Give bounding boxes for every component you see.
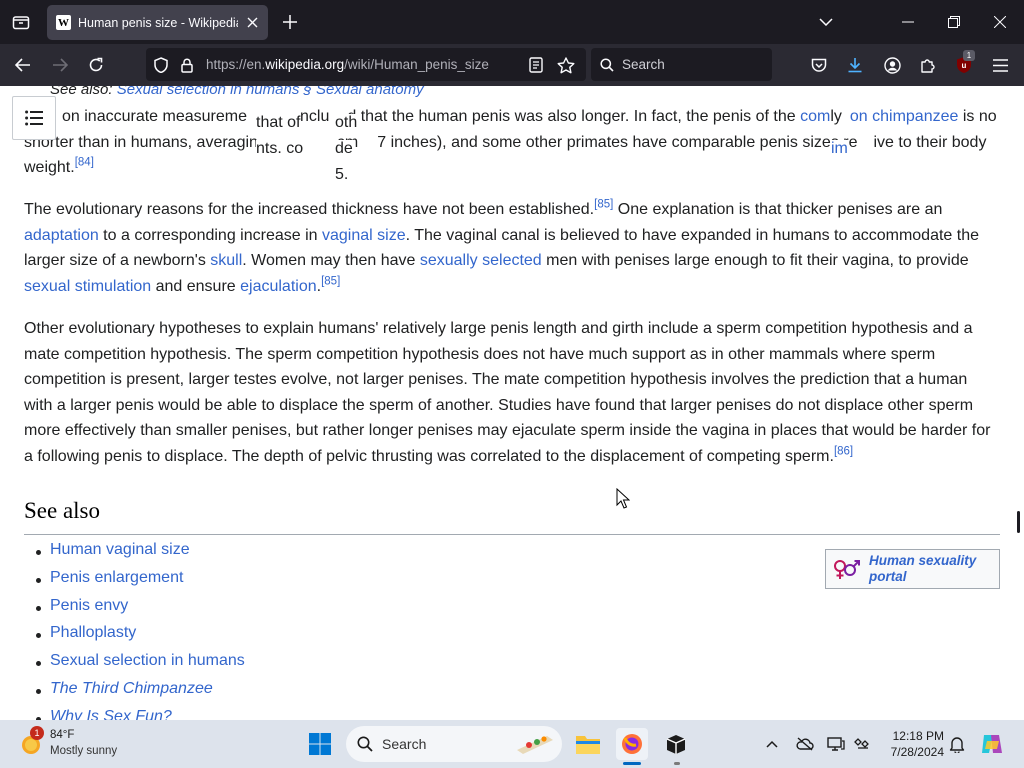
account-icon[interactable]	[882, 55, 902, 75]
close-window-icon[interactable]	[985, 8, 1015, 36]
see-also-link[interactable]: Why Is Sex Fun?	[36, 708, 245, 720]
common-chimpanzee-link-a[interactable]: com	[800, 108, 830, 125]
reader-view-icon[interactable]	[527, 56, 545, 74]
skull-link[interactable]: skull	[210, 252, 242, 269]
adaptation-link[interactable]: adaptation	[24, 227, 99, 244]
paragraph-3: Other evolutionary hypotheses to explain…	[24, 320, 991, 465]
active-tab[interactable]: W Human penis size - Wikipedia	[47, 5, 268, 40]
address-bar[interactable]: https://en.wikipedia.org/wiki/Human_peni…	[146, 48, 586, 81]
popup-fragment: de	[335, 140, 353, 158]
svg-text:u: u	[962, 61, 967, 70]
ejaculation-link[interactable]: ejaculation	[240, 278, 317, 295]
url-text: https://en.wikipedia.org/wiki/Human_peni…	[206, 57, 489, 72]
navigation-toolbar: https://en.wikipedia.org/wiki/Human_peni…	[0, 44, 1024, 86]
firefox-taskbar-icon[interactable]	[616, 728, 648, 760]
sexual-stimulation-link[interactable]: sexual stimulation	[24, 278, 151, 295]
tab-bar: W Human penis size - Wikipedia	[0, 0, 1024, 44]
search-icon	[356, 735, 374, 753]
table-of-contents-button[interactable]	[12, 96, 56, 140]
taskbar-search[interactable]: Search	[346, 726, 562, 762]
search-highlight-icon	[512, 730, 558, 758]
weather-condition: Mostly sunny	[50, 745, 118, 757]
search-icon	[599, 57, 615, 73]
paragraph-2: The evolutionary reasons for the increas…	[24, 198, 979, 295]
start-button[interactable]	[304, 728, 336, 760]
restore-icon[interactable]	[939, 8, 969, 36]
hamburger-menu-icon[interactable]	[990, 55, 1010, 75]
table-of-contents-icon	[25, 110, 43, 126]
hatnote: See also: Sexual selection in humans § S…	[50, 86, 424, 98]
bookmark-star-icon[interactable]	[556, 55, 576, 75]
see-also-list: Human vaginal size Penis enlargement Pen…	[36, 541, 245, 720]
close-tab-icon[interactable]	[244, 14, 260, 30]
heading-divider	[24, 534, 1000, 535]
minimize-icon[interactable]	[893, 8, 923, 36]
running-app-indicator	[674, 762, 680, 765]
hatnote-link[interactable]: Sexual selection in humans § Sexual anat…	[117, 86, 424, 98]
see-also-link[interactable]: Penis envy	[36, 597, 245, 625]
extension-badge: 1	[963, 50, 975, 61]
active-app-indicator	[623, 762, 641, 765]
mouse-cursor-icon	[616, 488, 630, 509]
popup-fragment: nts. co	[256, 140, 304, 158]
downloads-icon[interactable]	[845, 55, 865, 75]
wikipedia-article: See also: Sexual selection in humans § S…	[0, 86, 1024, 720]
reference-85[interactable]: [85]	[594, 199, 613, 211]
common-chimpanzee-link[interactable]: on chimpanzee	[850, 108, 959, 125]
weather-temperature: 84°F	[50, 729, 75, 741]
clock-date: 7/28/2024	[890, 745, 944, 759]
reload-icon[interactable]	[83, 53, 109, 77]
weather-badge: 1	[30, 726, 44, 740]
windows-taskbar: 1 84°F Mostly sunny Search 12:18 PM 7/28…	[0, 720, 1024, 768]
see-also-link[interactable]: Sexual selection in humans	[36, 652, 245, 680]
pocket-icon[interactable]	[809, 55, 829, 75]
portal-label: Human sexuality portal	[869, 553, 977, 584]
weather-widget[interactable]: 1 84°F Mostly sunny	[18, 726, 148, 762]
taskbar-search-label: Search	[382, 736, 427, 752]
back-arrow-icon[interactable]	[10, 53, 36, 77]
tracking-shield-icon[interactable]	[152, 56, 170, 74]
tab-list-icon	[12, 16, 30, 30]
copilot-icon[interactable]	[978, 730, 1006, 758]
show-hidden-icons-chevron-icon[interactable]	[764, 736, 780, 752]
file-explorer-icon[interactable]	[572, 728, 604, 760]
see-also-link[interactable]: The Third Chimpanzee	[36, 680, 245, 708]
onedrive-offline-icon[interactable]	[795, 735, 815, 753]
popup-fragment: oth	[335, 114, 358, 132]
reference-85[interactable]: [85]	[321, 275, 340, 288]
see-also-heading: See also	[24, 498, 101, 523]
human-sexuality-portal-box[interactable]: Human sexuality portal	[825, 549, 1000, 589]
forward-arrow-icon[interactable]	[47, 53, 73, 77]
notification-bell-icon[interactable]	[947, 734, 967, 754]
network-volume-icon[interactable]	[852, 735, 872, 753]
lock-icon[interactable]	[178, 56, 196, 74]
vaginal-size-link[interactable]: vaginal size	[322, 227, 406, 244]
see-also-link[interactable]: Human vaginal size	[36, 541, 245, 569]
scrollbar-thumb[interactable]	[1017, 511, 1020, 533]
tab-title: Human penis size - Wikipedia	[78, 15, 238, 30]
reference-84[interactable]: [84]	[75, 157, 94, 169]
see-also-link[interactable]: Phalloplasty	[36, 624, 245, 652]
popup-fragment: that of	[256, 114, 301, 132]
sexually-selected-link[interactable]: sexually selected	[420, 252, 542, 269]
new-tab-icon[interactable]	[280, 11, 300, 33]
see-also-link[interactable]: Penis enlargement	[36, 569, 245, 597]
windows-logo-icon	[309, 733, 331, 755]
search-bar-placeholder: Search	[622, 57, 665, 72]
system-clock[interactable]: 12:18 PM 7/28/2024	[880, 728, 944, 760]
gender-symbols-icon	[831, 556, 863, 582]
extensions-puzzle-icon[interactable]	[918, 55, 938, 75]
tab-overflow-chevron-icon[interactable]	[811, 8, 841, 36]
wikipedia-favicon-icon: W	[56, 15, 71, 30]
package-app-icon[interactable]	[660, 728, 692, 760]
clock-time: 12:18 PM	[892, 729, 944, 743]
reference-86[interactable]: [86]	[834, 446, 853, 458]
paragraph-1: on inaccurate measureme nclu d that the hu…	[24, 108, 997, 177]
popup-fragment: 5.	[335, 166, 349, 184]
tab-list-button[interactable]	[8, 8, 34, 36]
display-icon[interactable]	[826, 735, 846, 753]
search-bar[interactable]: Search	[591, 48, 772, 81]
popup-fragment: im	[831, 140, 848, 158]
